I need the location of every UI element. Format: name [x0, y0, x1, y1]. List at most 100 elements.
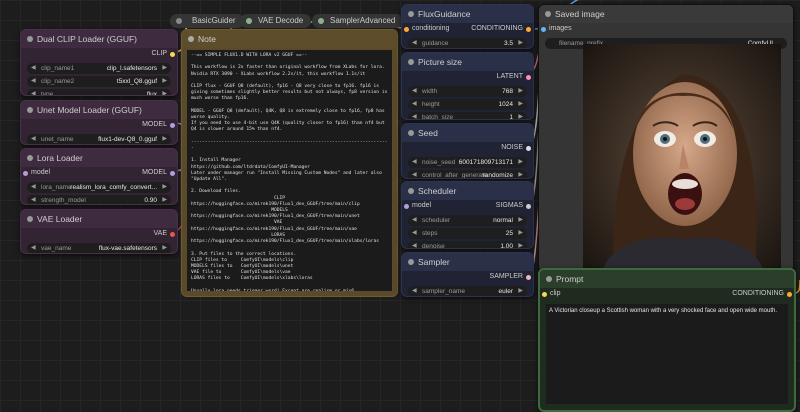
model-input-port[interactable] [23, 171, 28, 176]
batch-size-number[interactable]: ◀ batch_size 1 ▶ [408, 112, 527, 119]
arrow-left-icon[interactable]: ◀ [412, 215, 417, 226]
arrow-right-icon[interactable]: ▶ [518, 38, 523, 48]
arrow-right-icon[interactable]: ▶ [518, 112, 523, 119]
node-header[interactable]: Picture size [402, 53, 533, 71]
unet-loader-node[interactable]: Unet Model Loader (GGUF) MODEL ◀ unet_na… [20, 100, 178, 145]
arrow-left-icon[interactable]: ◀ [31, 182, 36, 193]
guidance-number[interactable]: ◀ guidance 3.5 ▶ [408, 38, 527, 48]
picture-size-node[interactable]: Picture size LATENT ◀ width 768 ▶ ◀ heig… [401, 52, 534, 120]
collapse-dot-icon[interactable] [408, 130, 414, 136]
arrow-left-icon[interactable]: ◀ [31, 195, 36, 204]
images-input-port[interactable] [541, 27, 546, 32]
arrow-left-icon[interactable]: ◀ [412, 112, 417, 119]
arrow-right-icon[interactable]: ▶ [518, 241, 523, 248]
collapse-dot-icon[interactable] [188, 36, 194, 42]
strength-model-slider[interactable]: ◀ strength_model 0.90 ▶ [27, 195, 171, 204]
collapse-dot-icon[interactable] [408, 11, 414, 17]
arrow-right-icon[interactable]: ▶ [162, 195, 167, 204]
arrow-right-icon[interactable]: ▶ [518, 286, 523, 296]
arrow-left-icon[interactable]: ◀ [412, 38, 417, 48]
collapse-dot-icon[interactable] [27, 107, 33, 113]
node-header[interactable]: Prompt [540, 270, 794, 288]
noise-seed-number[interactable]: ◀ noise_seed 600171809713171 ▶ [408, 157, 527, 168]
steps-number[interactable]: ◀ steps 25 ▶ [408, 228, 527, 239]
vae-loader-node[interactable]: VAE Loader VAE ◀ vae_name flux-vae.safet… [20, 209, 178, 254]
node-header[interactable]: Lora Loader [21, 149, 177, 167]
arrow-left-icon[interactable]: ◀ [412, 228, 417, 239]
sampler-advanced-node[interactable]: SamplerAdvanced [312, 14, 404, 28]
model-output-port[interactable] [170, 171, 175, 176]
node-header[interactable]: Seed [402, 124, 533, 142]
conditioning-input-port[interactable] [404, 27, 409, 32]
node-header[interactable]: Unet Model Loader (GGUF) [21, 101, 177, 119]
arrow-right-icon[interactable]: ▶ [518, 170, 523, 178]
arrow-right-icon[interactable]: ▶ [518, 99, 523, 110]
arrow-right-icon[interactable]: ▶ [162, 89, 167, 95]
arrow-left-icon[interactable]: ◀ [31, 134, 36, 144]
arrow-right-icon[interactable]: ▶ [162, 243, 167, 253]
unet-name-combo[interactable]: ◀ unet_name flux1-dev-Q8_0.gguf ▶ [27, 134, 171, 144]
node-header[interactable]: Note [182, 30, 397, 48]
note-node[interactable]: Note --== SIMPLE FLUX1.D WITH LORA v2 GG… [181, 29, 398, 297]
node-header[interactable]: VAE Loader [21, 210, 177, 228]
arrow-left-icon[interactable]: ◀ [31, 76, 36, 87]
node-header[interactable]: Saved image [539, 5, 793, 23]
arrow-left-icon[interactable]: ◀ [412, 170, 417, 178]
arrow-right-icon[interactable]: ▶ [518, 215, 523, 226]
clip-output-port[interactable] [170, 52, 175, 57]
clip-input-port[interactable] [542, 292, 547, 297]
node-header[interactable]: Dual CLIP Loader (GGUF) [21, 30, 177, 48]
control-after-generate-combo[interactable]: ◀ control_after_generate randomize ▶ [408, 170, 527, 178]
collapse-dot-icon[interactable] [546, 276, 552, 282]
note-textarea[interactable]: --== SIMPLE FLUX1.D WITH LORA v2 GGUF ==… [187, 50, 392, 291]
prompt-node[interactable]: Prompt clip CONDITIONING A Victorian clo… [538, 268, 796, 412]
conditioning-output-port[interactable] [787, 292, 792, 297]
sigmas-output-port[interactable] [526, 204, 531, 209]
flux-guidance-node[interactable]: FluxGuidance conditioning CONDITIONING ◀… [401, 4, 534, 49]
arrow-right-icon[interactable]: ▶ [518, 86, 523, 97]
arrow-left-icon[interactable]: ◀ [31, 63, 36, 74]
lora-name-combo[interactable]: ◀ lora_name realism_lora_comfy_convert..… [27, 182, 171, 193]
sampler-name-combo[interactable]: ◀ sampler_name euler ▶ [408, 286, 527, 296]
clip-name1-combo[interactable]: ◀ clip_name1 clip_l.safetensors ▶ [27, 63, 171, 74]
collapse-dot-icon[interactable] [27, 216, 33, 222]
collapse-dot-icon[interactable] [27, 36, 33, 42]
prompt-textarea[interactable]: A Victorian closeup a Scottish woman wit… [546, 304, 788, 404]
type-combo[interactable]: ◀ type flux ▶ [27, 89, 171, 95]
noise-output-port[interactable] [526, 146, 531, 151]
scheduler-node[interactable]: Scheduler model SIGMAS ◀ scheduler norma… [401, 181, 534, 249]
arrow-right-icon[interactable]: ▶ [162, 63, 167, 74]
model-input-port[interactable] [404, 204, 409, 209]
collapse-dot-icon[interactable] [545, 11, 551, 17]
dual-clip-loader-node[interactable]: Dual CLIP Loader (GGUF) CLIP ◀ clip_name… [20, 29, 178, 96]
arrow-right-icon[interactable]: ▶ [518, 228, 523, 239]
arrow-right-icon[interactable]: ▶ [518, 157, 523, 168]
arrow-right-icon[interactable]: ▶ [162, 134, 167, 144]
height-number[interactable]: ◀ height 1024 ▶ [408, 99, 527, 110]
sampler-output-port[interactable] [526, 275, 531, 280]
arrow-left-icon[interactable]: ◀ [412, 157, 417, 168]
arrow-right-icon[interactable]: ▶ [162, 76, 167, 87]
arrow-right-icon[interactable]: ▶ [162, 182, 167, 193]
arrow-left-icon[interactable]: ◀ [412, 86, 417, 97]
seed-node[interactable]: Seed NOISE ◀ noise_seed 600171809713171 … [401, 123, 534, 179]
arrow-left-icon[interactable]: ◀ [31, 243, 36, 253]
collapse-dot-icon[interactable] [408, 59, 414, 65]
collapse-dot-icon[interactable] [27, 155, 33, 161]
arrow-left-icon[interactable]: ◀ [412, 99, 417, 110]
vae-output-port[interactable] [170, 232, 175, 237]
node-header[interactable]: FluxGuidance [402, 5, 533, 23]
width-number[interactable]: ◀ width 768 ▶ [408, 86, 527, 97]
denoise-number[interactable]: ◀ denoise 1.00 ▶ [408, 241, 527, 248]
model-output-port[interactable] [170, 123, 175, 128]
scheduler-combo[interactable]: ◀ scheduler normal ▶ [408, 215, 527, 226]
sampler-node[interactable]: Sampler SAMPLER ◀ sampler_name euler ▶ [401, 252, 534, 297]
collapse-dot-icon[interactable] [408, 259, 414, 265]
arrow-left-icon[interactable]: ◀ [31, 89, 36, 95]
lora-loader-node[interactable]: Lora Loader model MODEL ◀ lora_name real… [20, 148, 178, 205]
node-header[interactable]: Scheduler [402, 182, 533, 200]
vae-decode-node[interactable]: VAE Decode [240, 14, 312, 28]
clip-name2-combo[interactable]: ◀ clip_name2 t5xxl_Q8.gguf ▶ [27, 76, 171, 87]
vae-name-combo[interactable]: ◀ vae_name flux-vae.safetensors ▶ [27, 243, 171, 253]
conditioning-output-port[interactable] [526, 27, 531, 32]
